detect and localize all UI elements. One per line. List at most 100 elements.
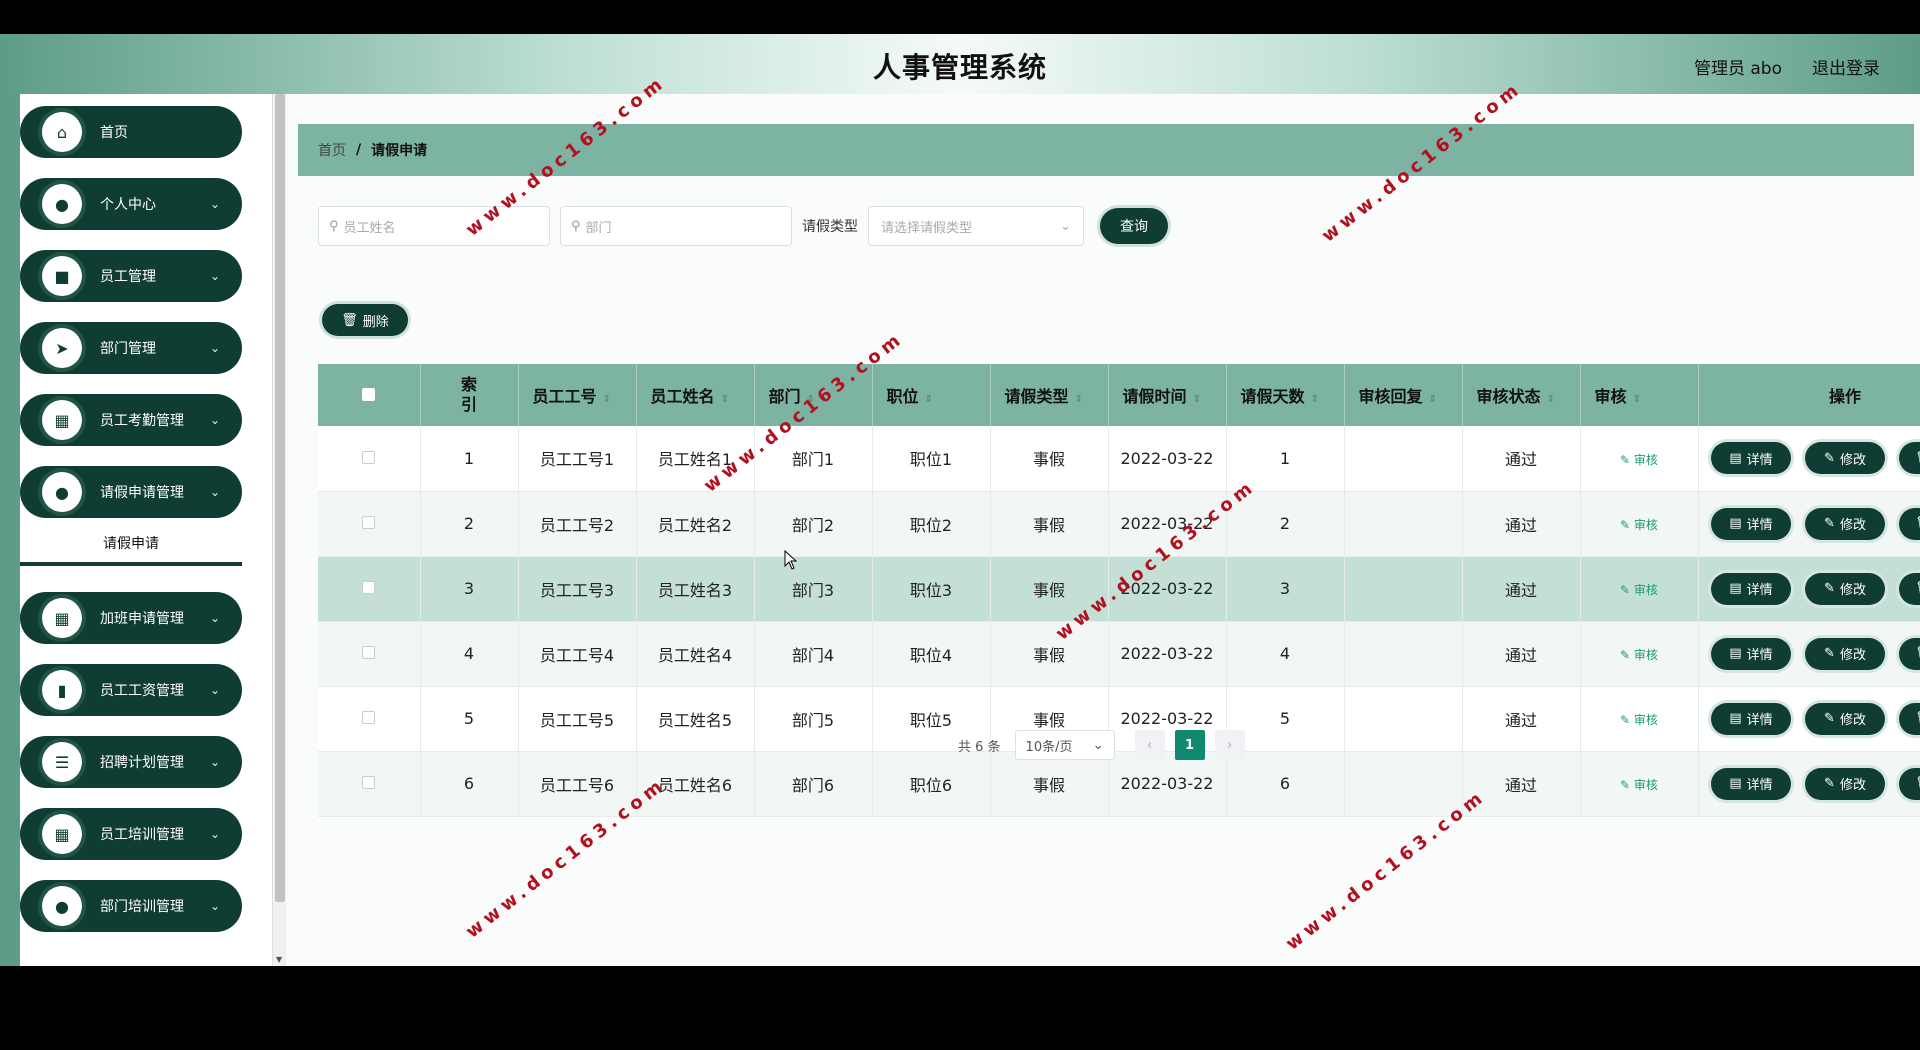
row-checkbox[interactable] bbox=[362, 646, 376, 659]
delete-button[interactable]: 🗑删除 bbox=[1899, 442, 1920, 475]
sort-icon[interactable]: ⇕ bbox=[603, 394, 611, 405]
detail-button[interactable]: ▤ 详情 bbox=[1711, 572, 1791, 605]
detail-button[interactable]: ▤ 详情 bbox=[1711, 442, 1791, 475]
audit-link[interactable]: ✎ 审核 bbox=[1620, 518, 1658, 532]
admin-user-link[interactable]: 管理员 abo bbox=[1694, 54, 1782, 79]
sort-icon[interactable]: ⇕ bbox=[1193, 394, 1201, 405]
sidebar-item[interactable]: ➤ 部门管理 ⌄ bbox=[20, 322, 242, 374]
column-header[interactable]: 请假类型 ⇕ bbox=[990, 364, 1109, 426]
sidebar-item[interactable]: ▦ 加班申请管理 ⌄ bbox=[20, 592, 242, 644]
delete-button[interactable]: 🗑删除 bbox=[1899, 767, 1920, 800]
sort-icon[interactable]: ⇕ bbox=[1633, 394, 1641, 405]
query-button[interactable]: 查询 bbox=[1100, 208, 1168, 244]
table-row[interactable]: 2 员工工号2 员工姓名2 部门2 职位2 事假 2022-03-22 2 通过 ✎ 审核 ▤ 详情 ✎… bbox=[318, 491, 1920, 557]
table-row[interactable]: 3 员工工号3 员工姓名3 部门3 职位3 事假 2022-03-22 3 通过 ✎ 审核 ▤ 详情 ✎… bbox=[318, 556, 1920, 622]
chevron-down-icon: ⌄ bbox=[209, 197, 220, 211]
column-header[interactable]: 请假时间 ⇕ bbox=[1108, 364, 1227, 426]
table-row[interactable]: 4 员工工号4 员工姓名4 部门4 职位4 事假 2022-03-22 4 通过 ✎ 审核 ▤ 详情 ✎… bbox=[318, 621, 1920, 687]
row-checkbox[interactable] bbox=[362, 776, 376, 789]
breadcrumb-home[interactable]: 首页 bbox=[318, 140, 346, 160]
table-row[interactable]: 6 员工工号6 员工姓名6 部门6 职位6 事假 2022-03-22 6 通过 ✎ 审核 ▤ 详情 ✎… bbox=[318, 751, 1920, 817]
table-header-row: 索引 员工工号 ⇕ 员工姓名 ⇕ 部门 ⇕ 职位 ⇕ 请假类型 ⇕ 请假时间 ⇕ 请假天数 ⇕ 审核回复 ⇕ 审核… bbox=[318, 364, 1920, 426]
sidebar-item[interactable]: ● 个人中心 ⌄ bbox=[20, 178, 242, 230]
column-header[interactable]: 审核状态 ⇕ bbox=[1462, 364, 1581, 426]
sidebar-item[interactable]: ☰ 招聘计划管理 ⌄ bbox=[20, 736, 242, 788]
sidebar-item[interactable]: ■ 员工管理 ⌄ bbox=[20, 250, 242, 302]
sidebar-item[interactable]: ⌂ 首页 bbox=[20, 106, 242, 158]
table-cell: 部门2 bbox=[754, 491, 873, 557]
detail-button[interactable]: ▤ 详情 bbox=[1711, 702, 1791, 735]
employee-name-placeholder: 员工姓名 bbox=[343, 220, 396, 236]
table-cell: 通过 bbox=[1462, 426, 1581, 492]
column-header[interactable]: 审核 ⇕ bbox=[1580, 364, 1699, 426]
edit-label: 修改 bbox=[1839, 648, 1866, 663]
sidebar-item[interactable]: ▮ 员工工资管理 ⌄ bbox=[20, 664, 242, 716]
edit-button[interactable]: ✎ 修改 bbox=[1805, 572, 1885, 605]
sidebar-scrollbar[interactable]: ▼ bbox=[272, 94, 286, 966]
delete-button[interactable]: 🗑删除 bbox=[1899, 507, 1920, 540]
employee-name-input[interactable]: ⚲ 员工姓名 bbox=[318, 206, 550, 246]
department-input[interactable]: ⚲ 部门 bbox=[560, 206, 792, 246]
delete-button[interactable]: 🗑删除 bbox=[1899, 572, 1920, 605]
audit-link[interactable]: ✎ 审核 bbox=[1620, 583, 1658, 597]
sidebar-item[interactable]: ● 请假申请管理 ⌄ bbox=[20, 466, 242, 518]
edit-button[interactable]: ✎ 修改 bbox=[1805, 702, 1885, 735]
column-header[interactable]: 操作 bbox=[1698, 364, 1920, 426]
column-header[interactable]: 索引 bbox=[420, 364, 519, 426]
sort-icon[interactable]: ⇕ bbox=[1075, 394, 1083, 405]
row-checkbox[interactable] bbox=[362, 516, 376, 529]
sort-icon[interactable]: ⇕ bbox=[807, 394, 815, 405]
detail-button[interactable]: ▤ 详情 bbox=[1711, 507, 1791, 540]
audit-link[interactable]: ✎ 审核 bbox=[1620, 778, 1658, 792]
grid-icon: ▦ bbox=[42, 400, 82, 440]
edit-button[interactable]: ✎ 修改 bbox=[1805, 442, 1885, 475]
sidebar-item[interactable]: ● 部门培训管理 ⌄ bbox=[20, 880, 242, 932]
sort-icon[interactable]: ⇕ bbox=[1429, 394, 1437, 405]
sidebar-item[interactable]: ▦ 员工考勤管理 ⌄ bbox=[20, 394, 242, 446]
page-size-select[interactable]: 10条/页 ⌄ bbox=[1014, 730, 1115, 760]
page-number-button[interactable]: 1 bbox=[1174, 730, 1205, 760]
bulk-delete-label: 删除 bbox=[362, 314, 389, 330]
breadcrumb: 首页 / 请假申请 bbox=[298, 124, 1914, 176]
column-header[interactable]: 请假天数 ⇕ bbox=[1226, 364, 1345, 426]
edit-button[interactable]: ✎ 修改 bbox=[1805, 767, 1885, 800]
pencil-icon: ✎ bbox=[1620, 452, 1634, 467]
delete-button[interactable]: 🗑删除 bbox=[1899, 637, 1920, 670]
column-header[interactable]: 员工姓名 ⇕ bbox=[636, 364, 755, 426]
edit-button[interactable]: ✎ 修改 bbox=[1805, 507, 1885, 540]
table-cell: 职位2 bbox=[872, 491, 991, 557]
row-checkbox[interactable] bbox=[362, 450, 376, 464]
leave-type-select[interactable]: 请选择请假类型 ⌄ bbox=[868, 206, 1084, 246]
bulk-delete-button[interactable]: 🗑 删除 bbox=[322, 304, 408, 336]
detail-label: 详情 bbox=[1746, 778, 1773, 793]
next-page-button[interactable]: › bbox=[1214, 730, 1245, 760]
row-checkbox[interactable] bbox=[362, 711, 376, 724]
column-header[interactable]: 员工工号 ⇕ bbox=[518, 364, 637, 426]
prev-page-button[interactable]: ‹ bbox=[1134, 730, 1165, 760]
select-all-checkbox[interactable] bbox=[362, 387, 376, 401]
delete-button[interactable]: 🗑删除 bbox=[1899, 702, 1920, 735]
sort-icon[interactable]: ⇕ bbox=[1311, 394, 1319, 405]
row-checkbox[interactable] bbox=[362, 581, 376, 594]
logout-link[interactable]: 退出登录 bbox=[1812, 54, 1880, 79]
sort-icon[interactable]: ⇕ bbox=[1547, 394, 1555, 405]
table-cell bbox=[1344, 491, 1463, 557]
edit-button[interactable]: ✎ 修改 bbox=[1805, 637, 1885, 670]
sidebar-subitem-leave-request[interactable]: 请假申请 bbox=[20, 522, 242, 566]
column-header[interactable]: 部门 ⇕ bbox=[754, 364, 873, 426]
sort-icon[interactable]: ⇕ bbox=[925, 394, 933, 405]
column-header[interactable]: 职位 ⇕ bbox=[872, 364, 991, 426]
sort-icon[interactable]: ⇕ bbox=[721, 394, 729, 405]
scroll-down-icon[interactable]: ▼ bbox=[276, 955, 282, 964]
detail-button[interactable]: ▤ 详情 bbox=[1711, 637, 1791, 670]
table-row[interactable]: 1 员工工号1 员工姓名1 部门1 职位1 事假 2022-03-22 1 通过 ✎ 审核 ▤ 详情 ✎… bbox=[318, 426, 1920, 492]
audit-link[interactable]: ✎ 审核 bbox=[1620, 453, 1658, 467]
table-cell: 通过 bbox=[1462, 556, 1581, 622]
audit-link[interactable]: ✎ 审核 bbox=[1620, 648, 1658, 662]
column-header[interactable]: 审核回复 ⇕ bbox=[1344, 364, 1463, 426]
sidebar-item[interactable]: ▦ 员工培训管理 ⌄ bbox=[20, 808, 242, 860]
scrollbar-thumb[interactable] bbox=[275, 94, 285, 902]
audit-link[interactable]: ✎ 审核 bbox=[1620, 713, 1658, 727]
operations-cell: ▤详情 ✎修改 🗑删除 bbox=[1698, 426, 1920, 492]
detail-button[interactable]: ▤ 详情 bbox=[1711, 767, 1791, 800]
